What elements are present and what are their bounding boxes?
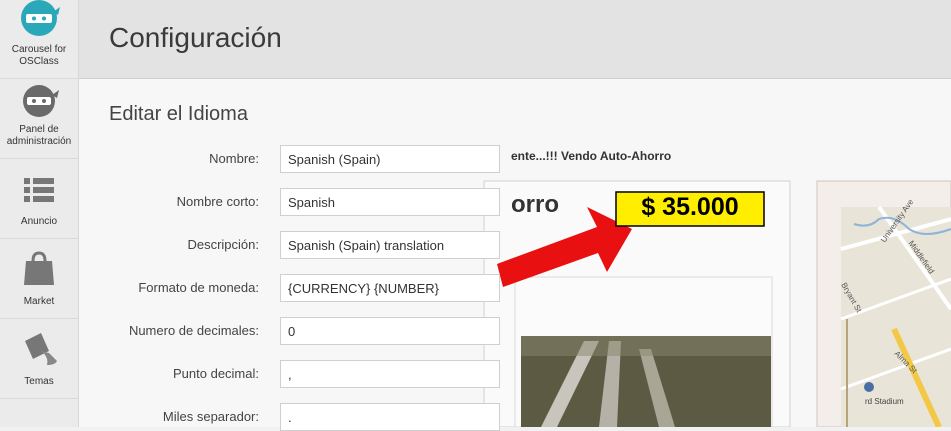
ad-photo-frame bbox=[514, 276, 773, 427]
map-label-alma: Alma St bbox=[892, 349, 919, 376]
red-arrow bbox=[497, 207, 632, 287]
field-label-punto-decimal: Punto decimal: bbox=[173, 366, 259, 381]
map-image bbox=[841, 207, 951, 427]
ad-headline: ente...!!! Vendo Auto-Ahorro bbox=[511, 149, 672, 163]
field-label-nombre-corto: Nombre corto: bbox=[176, 194, 259, 209]
car-photo bbox=[521, 336, 771, 427]
map-frame bbox=[816, 180, 951, 427]
sidebar-item-label: Market bbox=[23, 296, 55, 307]
paint-bucket-icon bbox=[25, 333, 57, 365]
sidebar-item-temas[interactable]: Temas bbox=[0, 319, 78, 399]
field-label-miles-separador: Miles separador: bbox=[162, 409, 259, 424]
sidebar: Carousel for OSClass Panel de administra… bbox=[0, 0, 79, 427]
map-label-university: University Ave bbox=[879, 197, 916, 245]
field-label-formato-moneda: Formato de moneda: bbox=[138, 280, 259, 295]
short-name-input[interactable]: Spanish bbox=[280, 188, 500, 216]
sidebar-item-label: Temas bbox=[24, 376, 54, 387]
page-title: Configuración bbox=[109, 22, 282, 53]
description-input[interactable]: Spanish (Spain) translation bbox=[280, 231, 500, 259]
sidebar-item-market[interactable]: Market bbox=[0, 239, 78, 319]
field-label-descripcion: Descripción: bbox=[187, 237, 259, 252]
sidebar-item-anuncio[interactable]: Anuncio bbox=[0, 159, 78, 239]
ad-subtitle: orro bbox=[511, 191, 559, 218]
edit-language-panel: Editar el Idioma ente...!!! Vendo Auto-A… bbox=[79, 79, 951, 431]
sidebar-item-label: Carousel for OSClass bbox=[11, 44, 67, 67]
page-header: Configuración bbox=[79, 0, 951, 79]
currency-format-input[interactable]: {CURRENCY} {NUMBER} bbox=[280, 274, 500, 302]
map-label-bryant: Bryant St bbox=[839, 281, 864, 314]
field-label-decimales: Numero de decimales: bbox=[128, 323, 259, 338]
decimals-input[interactable]: 0 bbox=[280, 317, 500, 345]
map-label-stadium: rd Stadium bbox=[865, 397, 904, 406]
sidebar-item-carousel[interactable]: Carousel for OSClass bbox=[0, 0, 78, 79]
decimal-point-input[interactable]: , bbox=[280, 360, 500, 388]
sidebar-item-label: Anuncio bbox=[20, 216, 58, 227]
sidebar-item-panel[interactable]: Panel de administración bbox=[0, 79, 78, 159]
ninja-icon bbox=[23, 85, 59, 117]
section-title: Editar el Idioma bbox=[109, 103, 248, 125]
list-icon bbox=[24, 178, 54, 202]
price-label: $ 35.000 bbox=[641, 193, 739, 221]
sidebar-item-label: Panel de administración bbox=[6, 124, 72, 147]
name-input[interactable]: Spanish (Spain) bbox=[280, 145, 500, 173]
field-label-nombre: Nombre: bbox=[209, 151, 259, 166]
ninja-icon bbox=[21, 0, 60, 36]
map-label-middlefield: Middlefield bbox=[906, 239, 936, 276]
shopping-bag-icon bbox=[24, 251, 54, 285]
